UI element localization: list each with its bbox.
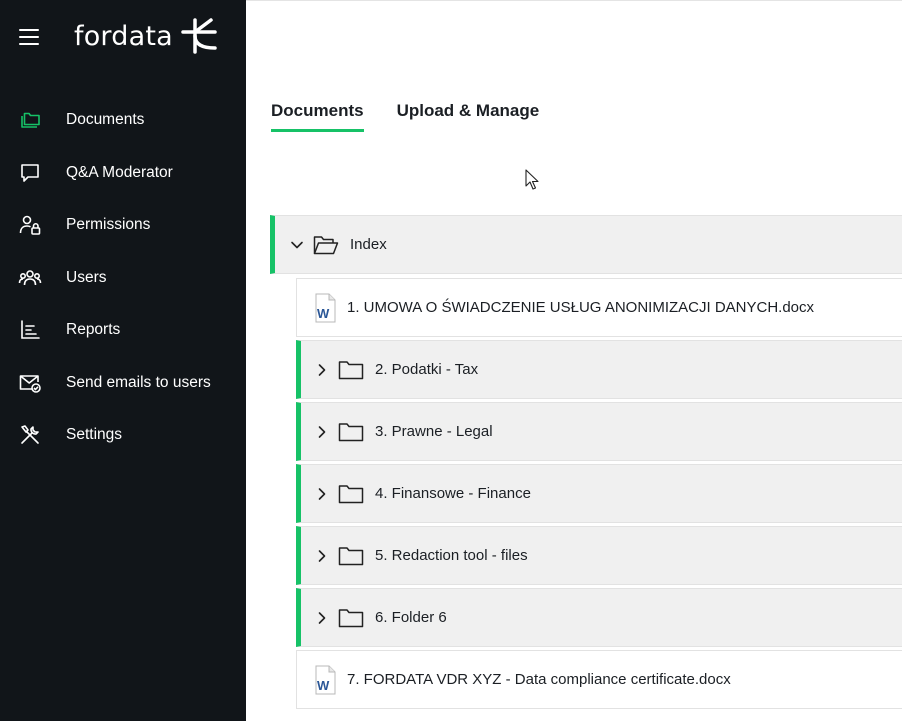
tree-item-label: 2. Podatki - Tax (375, 361, 479, 378)
sidebar-item-permissions[interactable]: Permissions (0, 199, 246, 252)
chevron-right-icon[interactable] (312, 608, 332, 628)
tree-folder-item[interactable]: 4. Finansowe - Finance (296, 464, 902, 523)
sidebar-item-qa-moderator[interactable]: Q&A Moderator (0, 147, 246, 200)
tree-file-item[interactable]: W 1. UMOWA O ŚWIADCZENIE USŁUG ANONIMIZA… (296, 278, 902, 337)
folder-icon (338, 358, 366, 382)
logo-text: fordata (74, 20, 173, 52)
chevron-right-icon[interactable] (312, 546, 332, 566)
sidebar-item-label: Reports (66, 321, 121, 339)
chevron-right-icon[interactable] (312, 484, 332, 504)
folder-icon (338, 420, 366, 444)
svg-text:W: W (317, 678, 330, 693)
sidebar-item-settings[interactable]: Settings (0, 409, 246, 462)
word-document-icon: W (315, 665, 336, 694)
users-icon (17, 265, 43, 291)
sidebar-item-label: Permissions (66, 216, 151, 234)
menu-icon[interactable] (19, 29, 39, 47)
sidebar-item-users[interactable]: Users (0, 252, 246, 305)
tab-bar: Documents Upload & Manage (271, 101, 572, 132)
folder-icon (338, 544, 366, 568)
chevron-right-icon[interactable] (312, 422, 332, 442)
tree-item-label: 7. FORDATA VDR XYZ - Data compliance cer… (347, 671, 731, 688)
mouse-cursor-icon (525, 169, 539, 190)
user-lock-icon (17, 212, 43, 238)
folder-icon (338, 606, 366, 630)
sidebar-nav: Documents Q&A Moderator Permissions User… (0, 94, 246, 462)
sidebar: fordata Documents Q&A Moderator Permissi… (0, 0, 246, 721)
chat-bubble-icon (17, 160, 43, 186)
tree-folder-item[interactable]: 3. Prawne - Legal (296, 402, 902, 461)
tree-file-item[interactable]: W 7. FORDATA VDR XYZ - Data compliance c… (296, 650, 902, 709)
tree-item-label: 4. Finansowe - Finance (375, 485, 531, 502)
sidebar-item-label: Settings (66, 426, 123, 444)
bar-chart-icon (17, 317, 43, 343)
sidebar-item-reports[interactable]: Reports (0, 304, 246, 357)
tree-folder-item[interactable]: 2. Podatki - Tax (296, 340, 902, 399)
sidebar-item-label: Q&A Moderator (66, 163, 173, 181)
sidebar-item-label: Send emails to users (66, 373, 211, 391)
tree-root-folder[interactable]: Index (270, 215, 902, 274)
tree-item-label: 3. Prawne - Legal (375, 423, 493, 440)
word-document-icon: W (315, 293, 336, 322)
tree-folder-item[interactable]: 6. Folder 6 (296, 588, 902, 647)
tree-item-label: 6. Folder 6 (375, 609, 447, 626)
tab-upload-manage[interactable]: Upload & Manage (397, 101, 540, 132)
document-tree: Index W 1. UMOWA O ŚWIADCZENIE USŁUG ANO… (270, 215, 902, 709)
logo[interactable]: fordata (74, 16, 217, 56)
tree-item-label: 1. UMOWA O ŚWIADCZENIE USŁUG ANONIMIZACJ… (347, 299, 815, 316)
main-content: Documents Upload & Manage Index W 1. UMO… (246, 0, 902, 721)
sidebar-item-send-emails[interactable]: Send emails to users (0, 357, 246, 410)
tab-documents[interactable]: Documents (271, 101, 364, 132)
tree-item-label: Index (350, 236, 387, 253)
tools-icon (17, 422, 43, 448)
logo-mark-icon (181, 18, 217, 54)
folder-open-icon (313, 233, 341, 257)
sidebar-item-label: Users (66, 268, 107, 286)
folder-icon (338, 482, 366, 506)
sidebar-item-label: Documents (66, 111, 145, 129)
chevron-right-icon[interactable] (312, 360, 332, 380)
folders-icon (17, 107, 43, 133)
envelope-check-icon (17, 370, 43, 396)
tree-item-label: 5. Redaction tool - files (375, 547, 528, 564)
sidebar-item-documents[interactable]: Documents (0, 94, 246, 147)
svg-text:W: W (317, 306, 330, 321)
tree-folder-item[interactable]: 5. Redaction tool - files (296, 526, 902, 585)
chevron-down-icon[interactable] (287, 235, 307, 255)
